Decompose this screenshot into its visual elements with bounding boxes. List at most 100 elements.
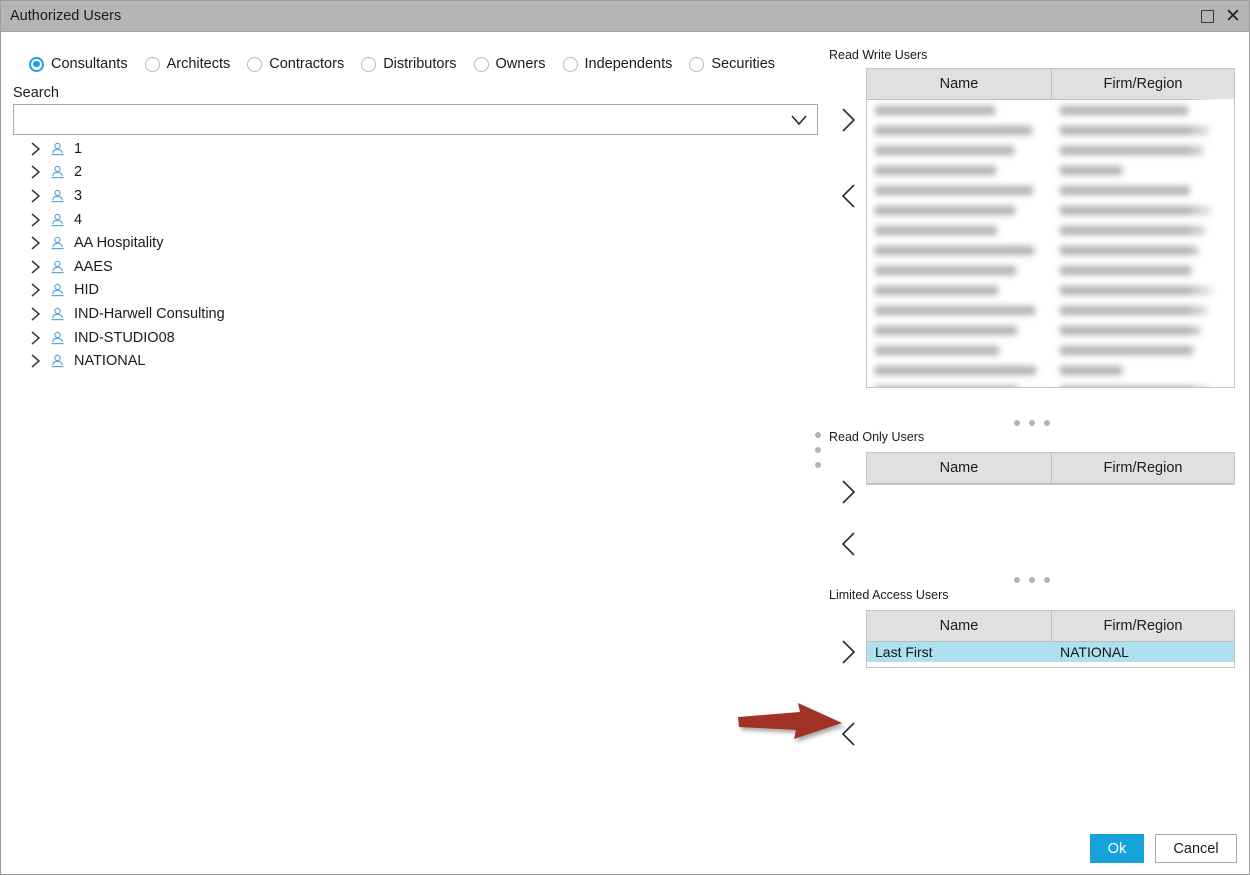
tree-item[interactable]: 4 <box>13 208 818 232</box>
cancel-button[interactable]: Cancel <box>1155 834 1237 863</box>
redacted-text <box>1059 305 1208 315</box>
limited-access-users-label: Limited Access Users <box>829 588 949 602</box>
cell-firm-region <box>1052 160 1234 180</box>
tree-item[interactable]: 2 <box>13 161 818 185</box>
radio-securities[interactable]: Securities <box>689 56 775 72</box>
tree-item[interactable]: NATIONAL <box>13 349 818 373</box>
chevron-down-icon[interactable] <box>789 111 809 129</box>
chevron-right-icon[interactable] <box>26 212 45 228</box>
maximize-button[interactable] <box>1198 7 1218 27</box>
tree-item-label: HID <box>74 282 99 299</box>
grip-dot <box>815 447 821 453</box>
cell-firm-region <box>1052 340 1234 360</box>
radio-independents[interactable]: Independents <box>562 56 672 72</box>
table-row[interactable] <box>867 120 1234 140</box>
splitter-grip-vertical[interactable] <box>815 432 821 468</box>
table-row[interactable] <box>867 340 1234 360</box>
read-write-users-grid[interactable]: Name Firm/Region <box>866 68 1235 388</box>
radio-button-icon[interactable] <box>562 56 578 72</box>
cell-name <box>867 260 1052 280</box>
chevron-right-icon[interactable] <box>26 235 45 251</box>
radio-button-icon[interactable] <box>473 56 489 72</box>
table-row[interactable] <box>867 160 1234 180</box>
cell-name <box>867 180 1052 200</box>
tree-item[interactable]: AA Hospitality <box>13 231 818 255</box>
chevron-right-icon[interactable] <box>26 141 45 157</box>
column-header-name[interactable]: Name <box>867 453 1052 484</box>
tree-item[interactable]: IND-STUDIO08 <box>13 326 818 350</box>
splitter-grip-horizontal-1[interactable] <box>1014 420 1050 426</box>
redacted-text <box>1059 145 1204 155</box>
column-header-firm-region[interactable]: Firm/Region <box>1051 69 1234 100</box>
chevron-right-icon[interactable] <box>26 188 45 204</box>
cell-name: Last First <box>875 644 933 660</box>
tree-item[interactable]: IND-Harwell Consulting <box>13 302 818 326</box>
read-only-add-button[interactable] <box>835 475 861 509</box>
radio-button-icon[interactable] <box>247 56 263 72</box>
chevron-right-icon[interactable] <box>26 282 45 298</box>
cell-name <box>867 320 1052 340</box>
cell-firm-region <box>1052 260 1234 280</box>
table-row[interactable] <box>867 140 1234 160</box>
radio-distributors[interactable]: Distributors <box>361 56 457 72</box>
read-write-add-button[interactable] <box>835 103 861 137</box>
radio-architects[interactable]: Architects <box>144 56 231 72</box>
tree-item[interactable]: 3 <box>13 184 818 208</box>
table-row[interactable] <box>867 360 1234 380</box>
tree-item[interactable]: HID <box>13 279 818 303</box>
tree-item[interactable]: 1 <box>13 137 818 161</box>
radio-label: Architects <box>166 56 231 72</box>
read-only-remove-button[interactable] <box>835 527 861 561</box>
column-header-name[interactable]: Name <box>867 69 1052 100</box>
limited-access-grid-body[interactable]: Last First NATIONAL <box>867 642 1234 662</box>
redacted-text <box>1059 205 1213 215</box>
cell-firm-region: NATIONAL <box>1059 644 1129 660</box>
read-write-remove-button[interactable] <box>835 179 861 213</box>
radio-contractors[interactable]: Contractors <box>247 56 344 72</box>
table-row[interactable] <box>867 380 1234 387</box>
limited-access-remove-button[interactable] <box>835 717 861 751</box>
radio-button-icon[interactable] <box>689 56 705 72</box>
ok-button[interactable]: Ok <box>1090 834 1144 863</box>
search-combobox[interactable] <box>13 104 818 135</box>
tree-item[interactable]: AAES <box>13 255 818 279</box>
table-row[interactable] <box>867 100 1234 120</box>
table-row[interactable]: Last First NATIONAL <box>867 642 1234 662</box>
table-row[interactable] <box>867 220 1234 240</box>
user-icon <box>51 142 64 155</box>
table-row[interactable] <box>867 300 1234 320</box>
user-icon <box>51 354 64 368</box>
chevron-right-icon[interactable] <box>26 330 45 346</box>
column-header-firm-region[interactable]: Firm/Region <box>1051 453 1234 484</box>
radio-button-icon[interactable] <box>361 56 377 72</box>
chevron-right-icon[interactable] <box>26 306 45 322</box>
redacted-text <box>1059 105 1188 115</box>
column-header-firm-region[interactable]: Firm/Region <box>1051 611 1234 642</box>
read-write-grid-body[interactable] <box>867 100 1234 387</box>
table-row[interactable] <box>867 200 1234 220</box>
column-header-name[interactable]: Name <box>867 611 1052 642</box>
table-row[interactable] <box>867 180 1234 200</box>
radio-consultants[interactable]: Consultants <box>29 56 128 72</box>
title-bar: Authorized Users ✕ <box>1 1 1249 32</box>
splitter-grip-horizontal-2[interactable] <box>1014 577 1050 583</box>
radio-owners[interactable]: Owners <box>473 56 546 72</box>
radio-button-icon[interactable] <box>29 56 44 72</box>
chevron-right-icon[interactable] <box>26 164 45 180</box>
cell-name <box>867 160 1052 180</box>
limited-access-add-button[interactable] <box>835 635 861 669</box>
table-row[interactable] <box>867 240 1234 260</box>
search-input[interactable] <box>14 105 784 134</box>
radio-label: Consultants <box>51 56 128 72</box>
redacted-text <box>875 225 997 235</box>
table-row[interactable] <box>867 320 1234 340</box>
close-button[interactable]: ✕ <box>1223 6 1243 27</box>
limited-access-users-grid[interactable]: Name Firm/Region Last First NATIONAL <box>866 610 1235 668</box>
maximize-icon <box>1201 10 1214 23</box>
chevron-right-icon[interactable] <box>26 353 45 369</box>
radio-button-icon[interactable] <box>144 56 160 72</box>
read-only-users-grid[interactable]: Name Firm/Region <box>866 452 1235 485</box>
chevron-right-icon[interactable] <box>26 259 45 275</box>
table-row[interactable] <box>867 260 1234 280</box>
table-row[interactable] <box>867 280 1234 300</box>
